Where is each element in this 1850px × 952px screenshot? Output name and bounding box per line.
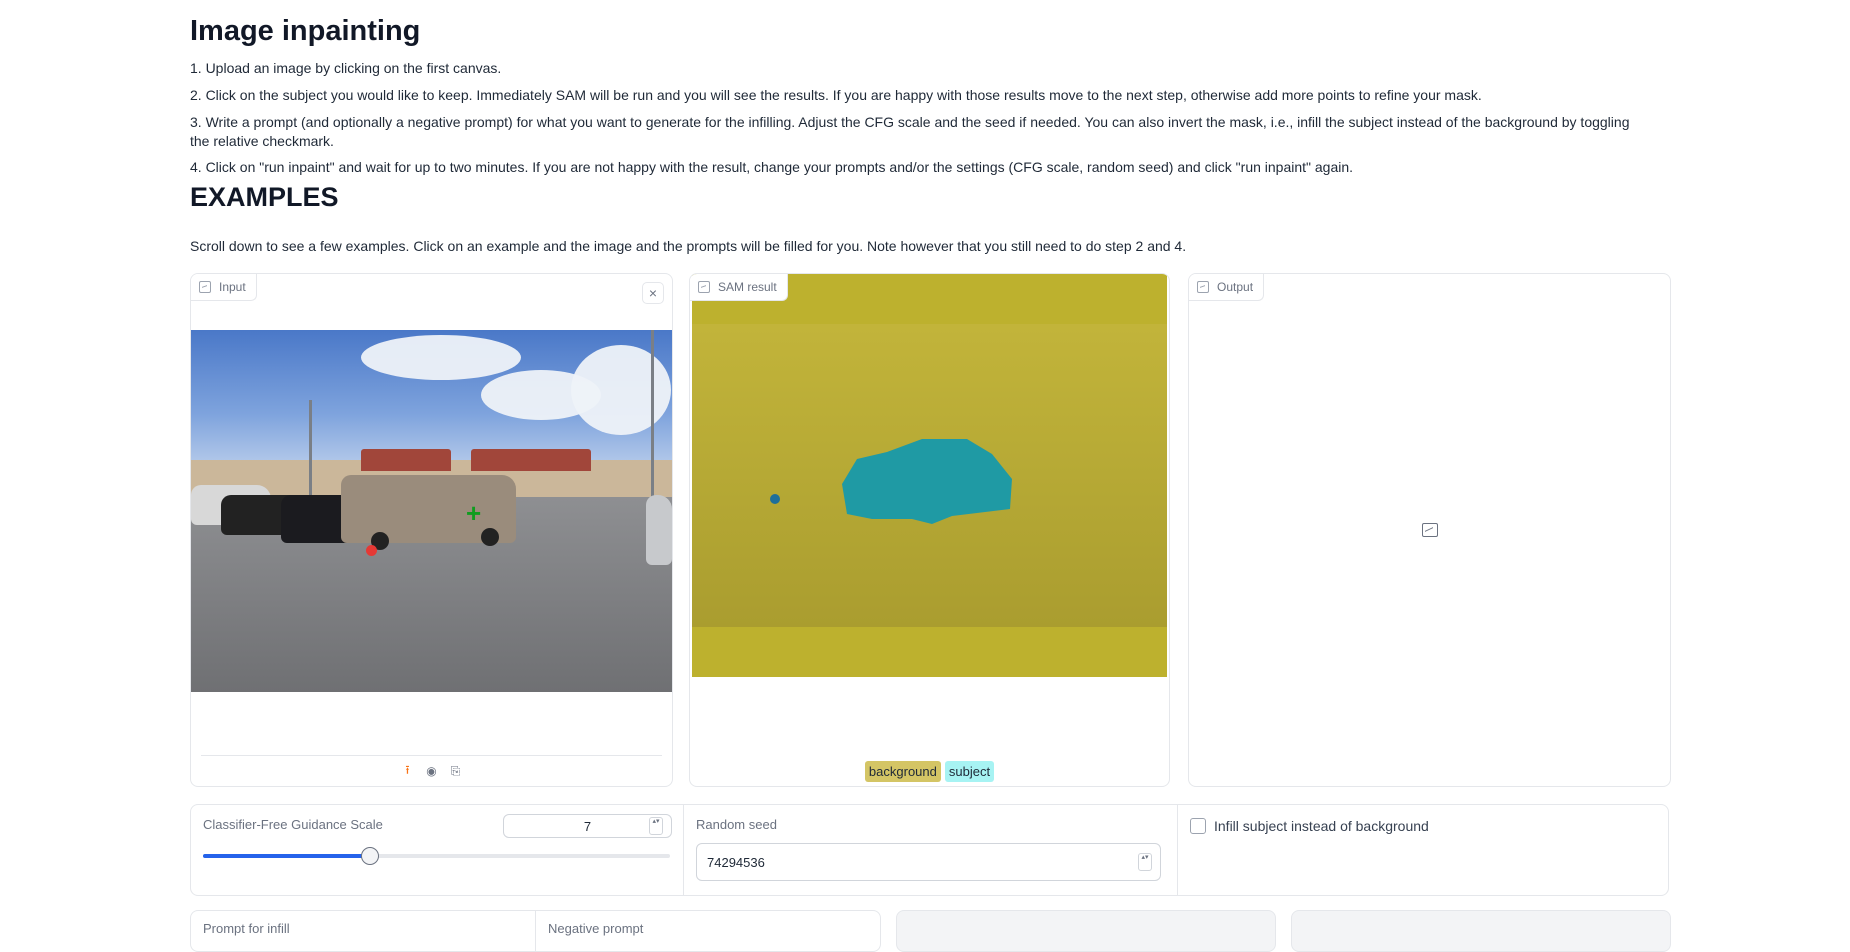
page-title: Image inpainting <box>190 15 421 47</box>
legend-subject: subject <box>944 761 995 782</box>
output-label-text: Output <box>1217 280 1254 294</box>
cfg-scale-value: 7 <box>583 818 592 834</box>
input-image-canvas[interactable]: + <box>191 330 672 692</box>
sam-subject-overlay <box>770 439 1012 524</box>
input-toolbar: ⭱ ◉ ⎘ <box>201 755 662 786</box>
prompt-label: Prompt for infill <box>203 921 290 936</box>
cfg-scale-slider[interactable] <box>203 847 670 865</box>
cloud <box>361 335 521 380</box>
seed-group: Random seed 74294536 ▴▾ <box>684 805 1178 895</box>
invert-mask-checkbox[interactable] <box>1190 818 1206 834</box>
step-1: 1. Upload an image by clicking on the fi… <box>190 60 502 76</box>
clear-image-button[interactable]: × <box>642 282 664 304</box>
legend-background: background <box>864 761 941 782</box>
photo-roof <box>361 449 451 472</box>
input-panel-label: Input <box>191 274 257 301</box>
seed-value: 74294536 <box>707 854 765 870</box>
photo-pole <box>309 400 312 500</box>
spin-arrows-icon[interactable]: ▴▾ <box>649 817 663 835</box>
positive-point-marker[interactable]: + <box>466 500 481 526</box>
examples-description: Scroll down to see a few examples. Click… <box>190 238 1187 254</box>
photo-pole <box>651 330 654 520</box>
step-2: 2. Click on the subject you would like t… <box>190 87 1482 103</box>
cfg-scale-number-input[interactable]: 7 ▴▾ <box>503 814 672 838</box>
output-panel-label: Output <box>1189 274 1265 301</box>
photo-car <box>646 495 672 565</box>
seed-label: Random seed <box>696 817 777 832</box>
negative-point-marker[interactable] <box>366 545 377 556</box>
sam-label-text: SAM result <box>718 280 777 294</box>
negative-prompt-box[interactable]: Negative prompt <box>535 910 881 952</box>
button-placeholder[interactable] <box>896 910 1276 952</box>
settings-row: Classifier-Free Guidance Scale 7 ▴▾ Rand… <box>190 804 1669 896</box>
button-placeholder[interactable] <box>1291 910 1671 952</box>
invert-mask-label[interactable]: Infill subject instead of background <box>1214 818 1429 834</box>
sam-result-panel: SAM result background subject <box>689 273 1170 787</box>
prompt-box[interactable]: Prompt for infill <box>190 910 536 952</box>
cfg-scale-group: Classifier-Free Guidance Scale 7 ▴▾ <box>191 805 684 895</box>
output-panel: Output <box>1188 273 1671 787</box>
negative-prompt-label: Negative prompt <box>548 921 644 936</box>
seed-number-input[interactable]: 74294536 ▴▾ <box>696 843 1161 881</box>
step-4: 4. Click on "run inpaint" and wait for u… <box>190 159 1354 175</box>
slider-handle[interactable] <box>361 847 380 865</box>
webcam-icon[interactable]: ◉ <box>425 764 439 778</box>
sam-panel-label: SAM result <box>690 274 788 301</box>
sam-legend: background subject <box>690 761 1169 782</box>
upload-icon[interactable]: ⭱ <box>401 763 415 778</box>
sam-mask-image <box>692 324 1167 627</box>
image-icon <box>698 281 710 293</box>
photo-wheel <box>481 528 499 546</box>
spin-arrows-icon[interactable]: ▴▾ <box>1138 853 1152 871</box>
cloud <box>571 345 671 435</box>
slider-fill <box>203 854 370 858</box>
input-image-panel[interactable]: Input × + ⭱ ◉ ⎘ <box>190 273 673 787</box>
examples-heading: EXAMPLES <box>190 182 339 212</box>
step-3: 3. Write a prompt (and optionally a nega… <box>190 114 1630 149</box>
empty-image-icon <box>1421 523 1438 537</box>
input-label-text: Input <box>219 280 246 294</box>
photo-roof <box>471 449 591 472</box>
clipboard-icon[interactable]: ⎘ <box>449 764 463 778</box>
image-icon <box>199 281 211 293</box>
cfg-scale-label: Classifier-Free Guidance Scale <box>203 817 383 832</box>
image-icon <box>1197 281 1209 293</box>
invert-group: Infill subject instead of background <box>1178 805 1668 895</box>
